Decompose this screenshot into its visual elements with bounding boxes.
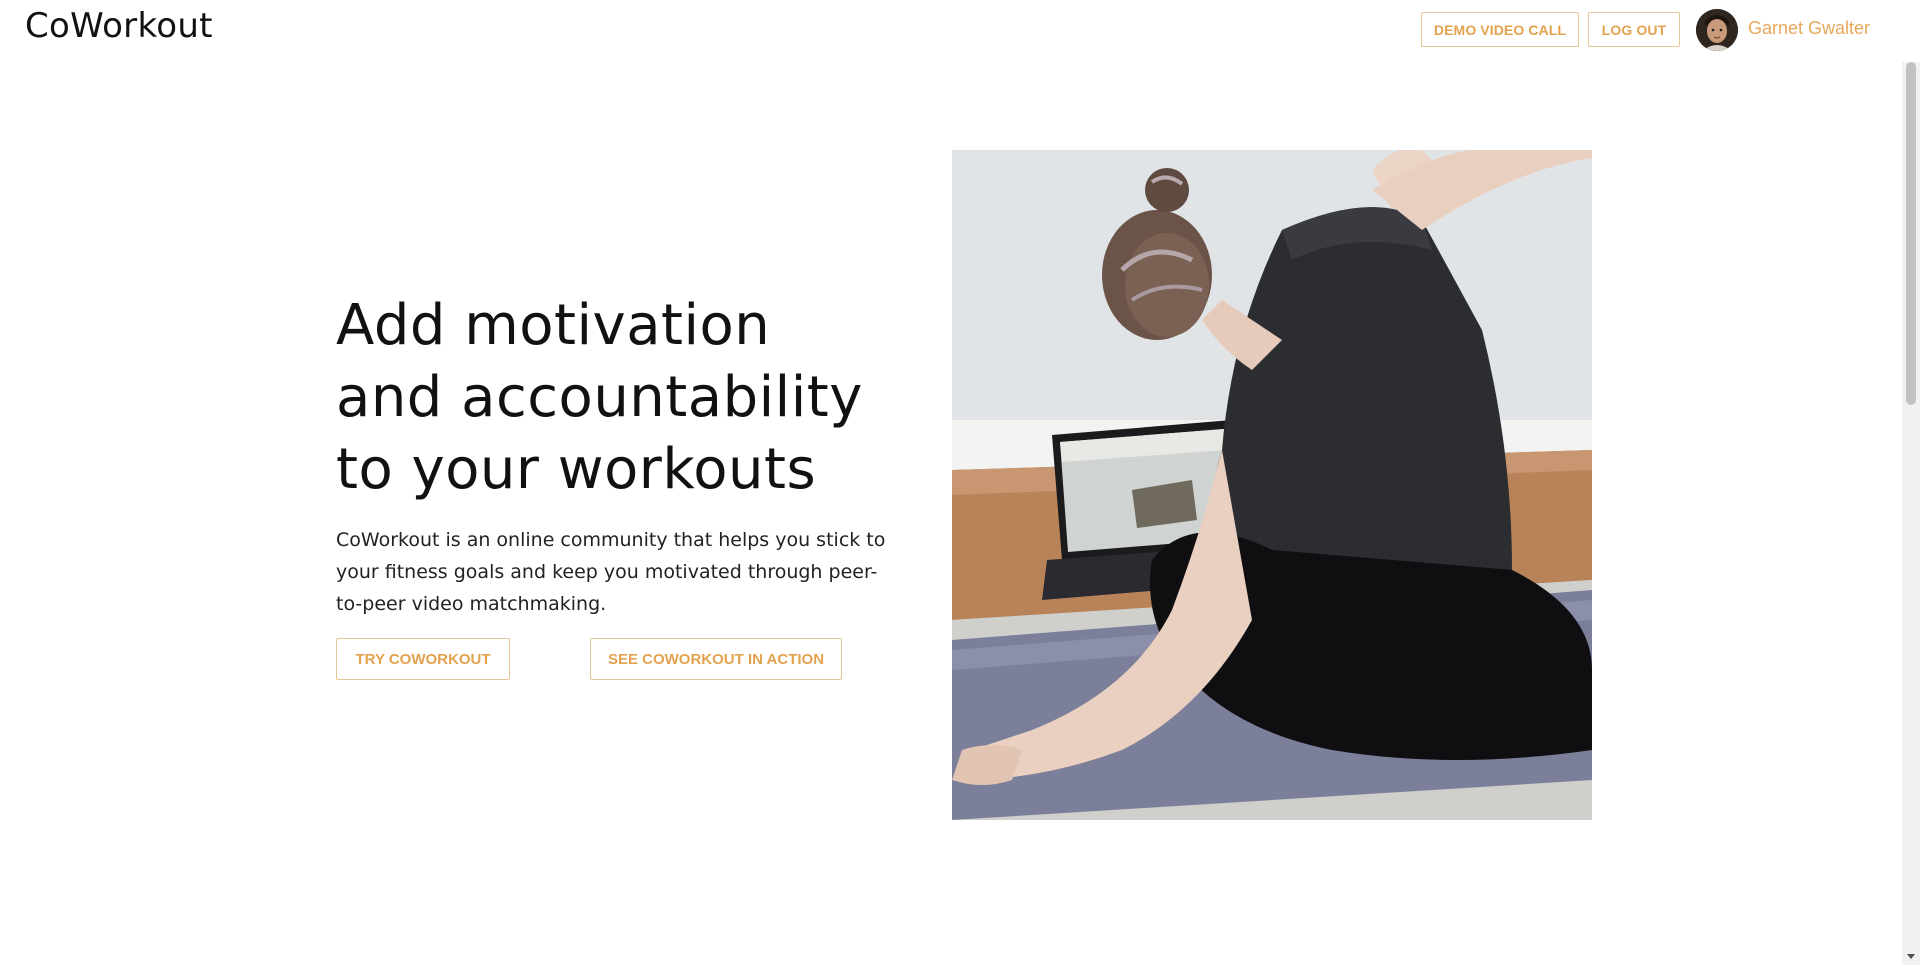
hero-description-line: CoWorkout is an online community that he… [336, 529, 886, 551]
brand-logo[interactable]: CoWorkout [25, 6, 213, 46]
scrollbar-thumb[interactable] [1906, 62, 1916, 405]
try-coworkout-button[interactable]: TRY COWORKOUT [336, 638, 510, 680]
landing-page: CoWorkout DEMO VIDEO CALL LOG OUT Garnet… [0, 0, 1920, 965]
hero-description-line: to-peer video matchmaking. [336, 593, 607, 615]
see-coworkout-in-action-button[interactable]: SEE COWORKOUT IN ACTION [590, 638, 842, 680]
workout-photo-illustration [952, 150, 1592, 820]
hero-title: Add motivation and accountability to you… [336, 290, 936, 506]
log-out-button[interactable]: LOG OUT [1588, 12, 1680, 47]
user-avatar-image [1696, 9, 1738, 51]
top-navigation: CoWorkout DEMO VIDEO CALL LOG OUT Garnet… [0, 0, 1902, 62]
hero-description: CoWorkout is an online community that he… [336, 524, 936, 620]
demo-video-call-button[interactable]: DEMO VIDEO CALL [1421, 12, 1579, 47]
hero-description-line: your fitness goals and keep you motivate… [336, 561, 878, 583]
user-avatar[interactable] [1696, 9, 1738, 51]
scroll-down-arrow-icon[interactable] [1907, 954, 1915, 959]
user-name-link[interactable]: Garnet Gwalter [1748, 18, 1870, 39]
hero-title-line: and accountability [336, 365, 863, 430]
hero-title-line: Add motivation [336, 293, 771, 358]
hero-title-line: to your workouts [336, 437, 817, 502]
vertical-scrollbar[interactable] [1902, 62, 1920, 965]
hero-photo-woman-stretching [952, 150, 1592, 820]
